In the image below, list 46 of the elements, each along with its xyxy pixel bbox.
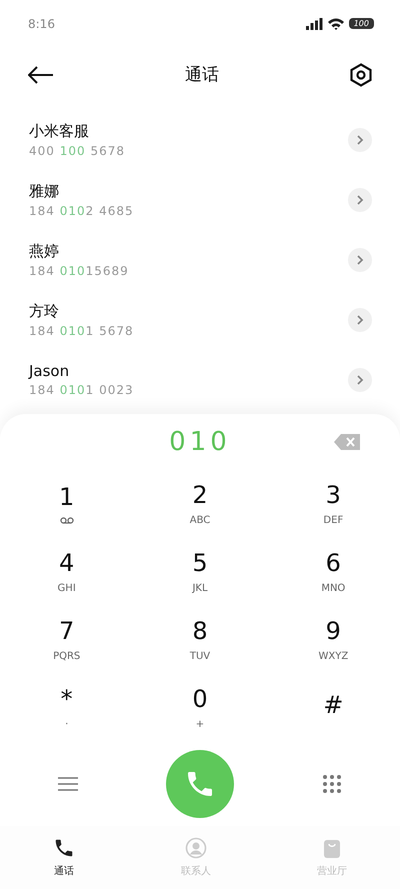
contact-number: 184 010 1 0023	[29, 383, 134, 398]
contact-number: 184 010 2 4685	[29, 204, 134, 218]
contact-name[interactable]: 小米客服	[29, 122, 125, 141]
voicemail-icon	[60, 517, 74, 524]
dial-key[interactable]: 5 JKL	[133, 538, 267, 606]
dial-key[interactable]: 7 PQRS	[0, 606, 134, 674]
details-button[interactable]	[348, 128, 372, 152]
dialed-number: 010	[169, 426, 231, 457]
person-icon	[185, 836, 207, 859]
chevron-icon	[356, 134, 364, 145]
details-button[interactable]	[348, 368, 372, 392]
details-button[interactable]	[348, 188, 372, 212]
dial-key[interactable]: 9 WXYZ	[266, 606, 400, 674]
signal-icon	[306, 18, 323, 30]
details-button[interactable]	[348, 308, 372, 332]
chevron-icon	[356, 314, 364, 325]
contact-number: 400 100 5678	[29, 144, 125, 158]
dial-key[interactable]: #	[266, 674, 400, 742]
dial-key[interactable]: 6 MNO	[266, 538, 400, 606]
menu-icon[interactable]	[58, 776, 78, 792]
contact-name[interactable]: Jason	[29, 362, 134, 380]
settings-icon[interactable]	[350, 62, 372, 87]
dial-key[interactable]: 1	[0, 470, 134, 538]
dial-key[interactable]: 4 GHI	[0, 538, 134, 606]
dial-key[interactable]: * ·	[0, 674, 134, 742]
chevron-icon	[356, 194, 364, 205]
dial-key[interactable]: 2 ABC	[133, 470, 267, 538]
chevron-icon	[356, 374, 364, 385]
back-arrow-icon[interactable]	[28, 66, 54, 84]
status-time: 8:16	[28, 16, 55, 31]
battery-level: 100	[348, 18, 374, 30]
keypad-icon[interactable]	[322, 774, 342, 794]
dial-key[interactable]: 8 TUV	[133, 606, 267, 674]
contact-number: 184 010 1 5678	[29, 324, 134, 338]
contact-name[interactable]: 雅娜	[29, 182, 134, 201]
contact-name[interactable]: 燕婷	[29, 242, 129, 261]
chevron-icon	[356, 254, 364, 265]
dial-key[interactable]: 0 +	[133, 674, 267, 742]
tab[interactable]: 通话	[43, 832, 85, 882]
wifi-icon	[328, 18, 344, 30]
page-title: 通话	[185, 64, 219, 86]
delete-icon[interactable]	[334, 434, 360, 450]
dial-key[interactable]: 3 DEF	[266, 470, 400, 538]
contact-name[interactable]: 方玲	[29, 302, 134, 321]
details-button[interactable]	[348, 248, 372, 272]
contact-number: 184 010 15689	[29, 264, 129, 278]
